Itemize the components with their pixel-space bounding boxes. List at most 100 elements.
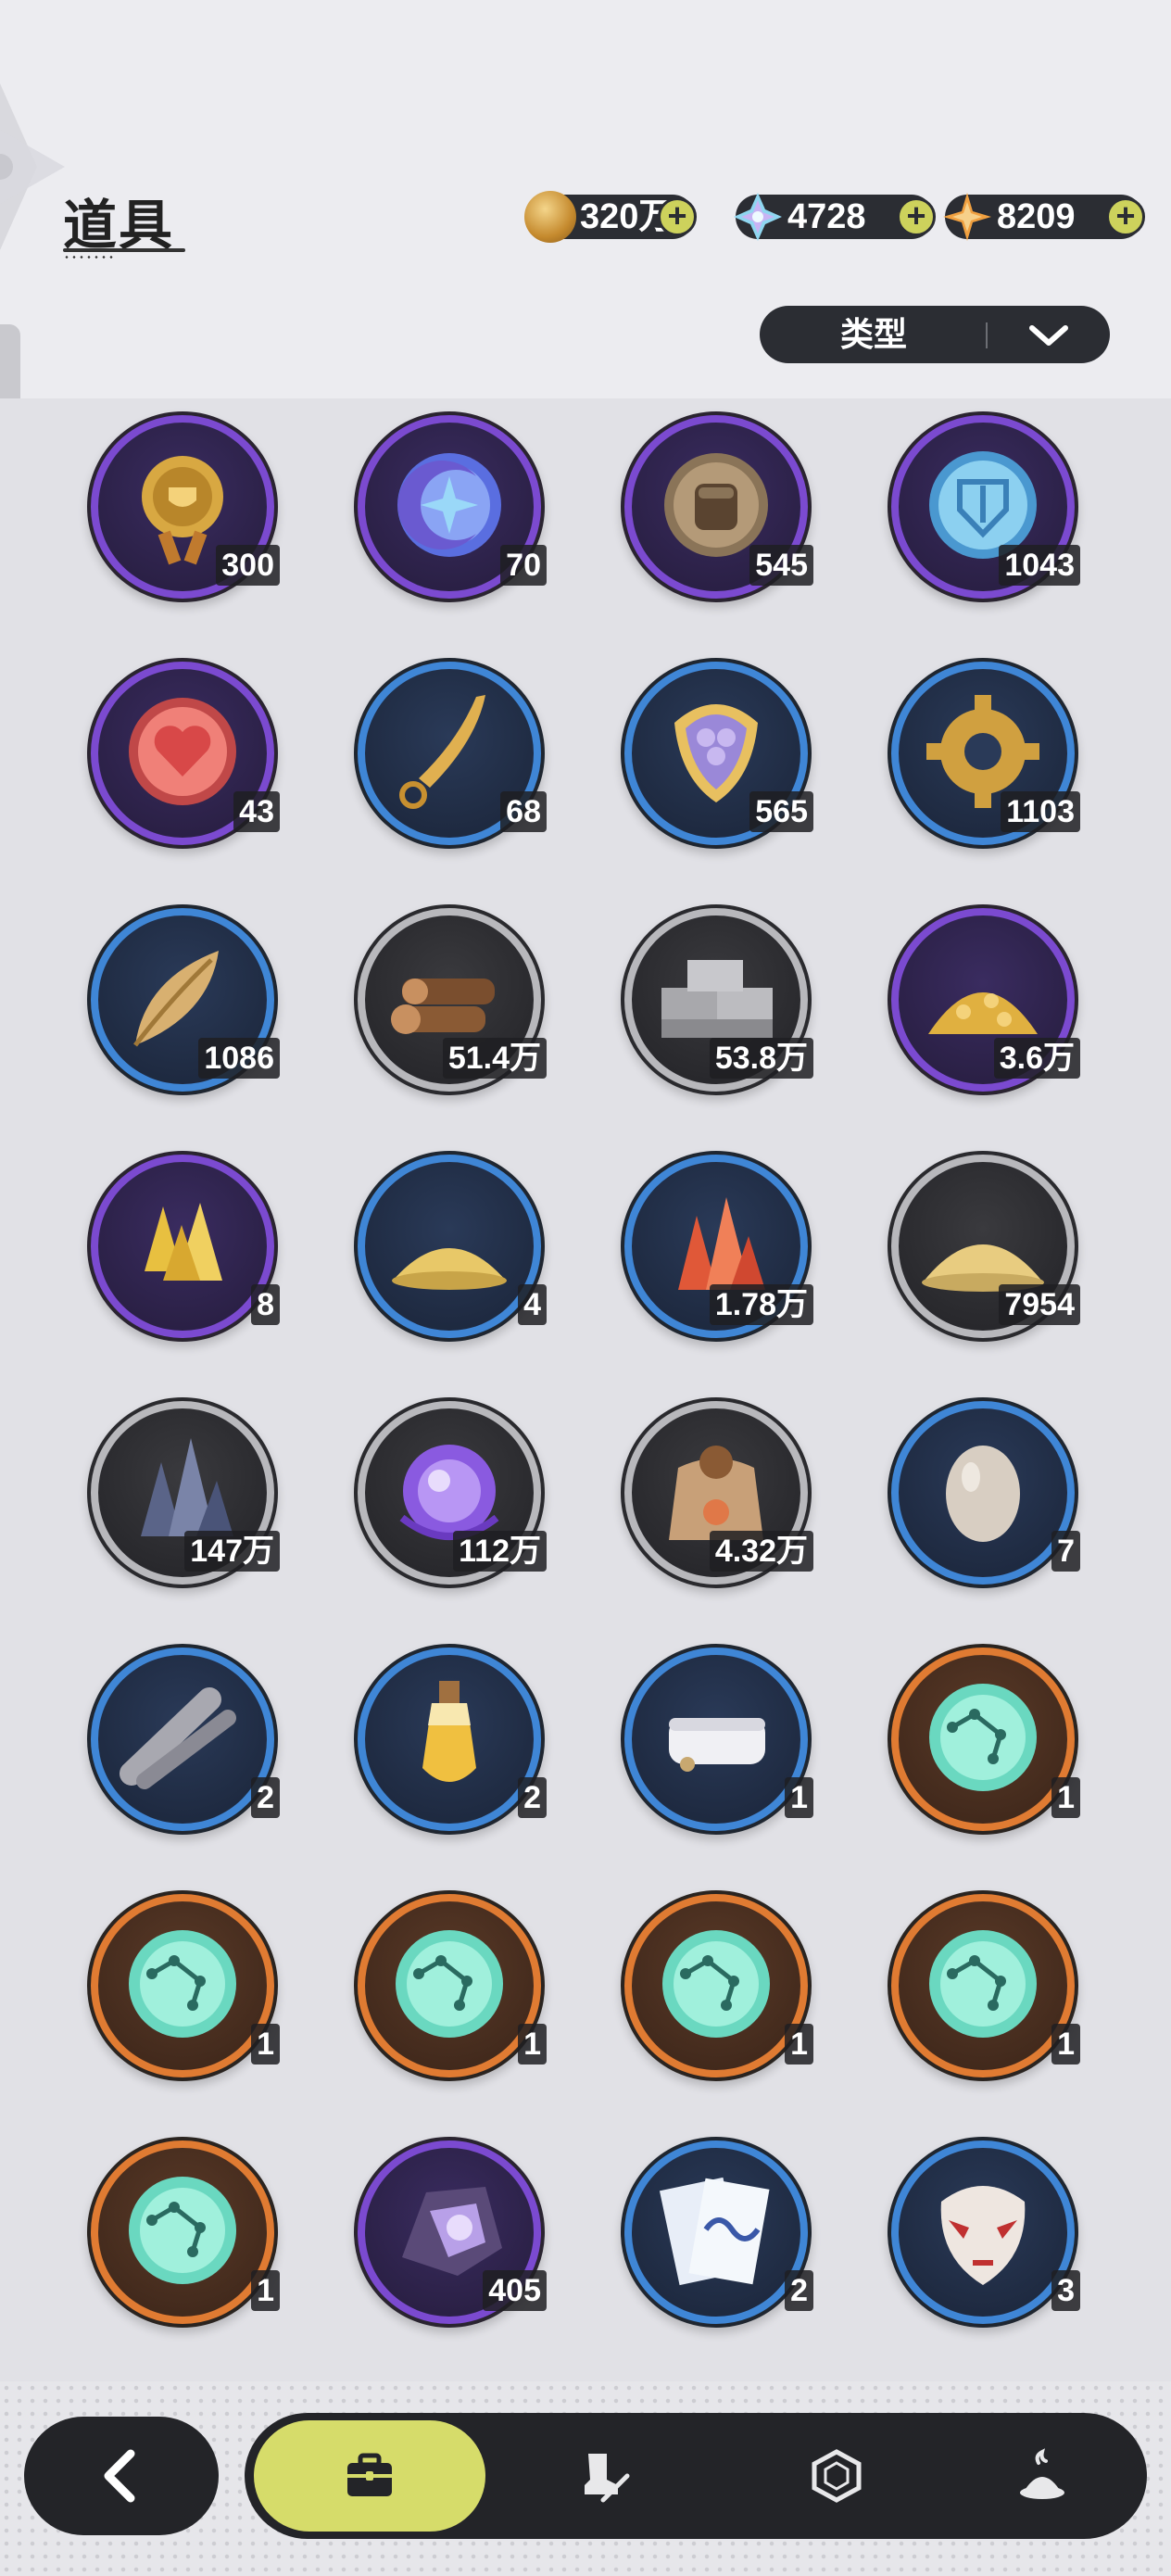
boot-tool-icon: [585, 2454, 630, 2503]
item-count: 565: [749, 791, 813, 832]
inventory-item[interactable]: 112万: [354, 1397, 547, 1588]
inventory-item[interactable]: 4.32万: [621, 1397, 813, 1588]
add-gold-button[interactable]: +: [658, 197, 697, 236]
item-count: 43: [233, 791, 280, 832]
tab-gems[interactable]: [721, 2420, 952, 2532]
item-count: 2: [785, 2270, 813, 2311]
item-count: 3.6万: [993, 1038, 1080, 1079]
filter-label: 类型: [839, 315, 907, 353]
inventory-item[interactable]: 147万: [87, 1397, 280, 1588]
item-count: 68: [500, 791, 547, 832]
inventory-item[interactable]: 3: [888, 2137, 1080, 2328]
item-count: 1.78万: [709, 1284, 813, 1325]
item-count: 2: [251, 1777, 280, 1818]
crystal-gem-icon: [734, 193, 782, 241]
item-count: 405: [483, 2270, 547, 2311]
item-count: 70: [500, 545, 547, 586]
item-count: 4: [518, 1284, 547, 1325]
item-count: 1: [785, 2024, 813, 2065]
gold-sand-pile-icon: [392, 1248, 507, 1290]
currency-star-value: 8209: [997, 197, 1076, 236]
inventory-item[interactable]: 545: [621, 411, 813, 602]
item-count: 545: [749, 545, 813, 586]
inventory-item[interactable]: 2: [87, 1644, 280, 1835]
tab-items[interactable]: [254, 2420, 485, 2532]
currency-star: 8209 +: [943, 193, 1145, 241]
briefcase-icon: [347, 2453, 392, 2496]
bottom-nav-bar: [245, 2413, 1147, 2539]
inventory-item[interactable]: 1: [888, 1890, 1080, 2081]
gold-coin-icon: [524, 191, 576, 243]
inventory-item[interactable]: 1086: [87, 904, 280, 1095]
potion-vial-icon: [422, 1681, 476, 1782]
inventory-item[interactable]: 2: [354, 1644, 547, 1835]
item-count: 1: [251, 2270, 280, 2311]
feather-bundle-icon: [120, 1687, 236, 1789]
filter-divider: [986, 322, 988, 348]
inventory-item[interactable]: 1: [87, 2137, 280, 2328]
chevron-down-icon: [1029, 325, 1068, 346]
item-count: 1103: [1001, 791, 1080, 832]
inventory-item[interactable]: 1043: [888, 411, 1080, 602]
item-count: 4.32万: [709, 1531, 813, 1572]
back-arrow-icon: [104, 2449, 135, 2503]
header-bar: 道具 320万 + 4728 + 8209 + 类型: [0, 0, 1171, 398]
item-count: 7: [1051, 1531, 1080, 1572]
title-underline: [63, 248, 185, 252]
tab-food[interactable]: [926, 2420, 1158, 2532]
inventory-item[interactable]: 7: [888, 1397, 1080, 1588]
inventory-item[interactable]: 8: [87, 1151, 280, 1342]
item-count: 300: [216, 545, 280, 586]
constellation-orb-icon: [129, 1930, 236, 2038]
item-count: 1: [251, 2024, 280, 2065]
inventory-item[interactable]: 300: [87, 411, 280, 602]
constellation-orb-icon: [129, 2177, 236, 2284]
item-count: 51.4万: [442, 1038, 547, 1079]
inventory-item[interactable]: 43: [87, 658, 280, 849]
egg-icon: [946, 1446, 1020, 1542]
constellation-orb-icon: [929, 1684, 1037, 1791]
item-count: 2: [518, 1777, 547, 1818]
item-count: 1043: [999, 545, 1080, 586]
currency-gold: 320万 +: [524, 191, 697, 243]
type-filter-dropdown[interactable]: 类型: [760, 306, 1110, 363]
inventory-item[interactable]: 1.78万: [621, 1151, 813, 1342]
constellation-orb-icon: [396, 1930, 503, 2038]
inventory-item[interactable]: 1: [621, 1890, 813, 2081]
inventory-item[interactable]: 7954: [888, 1151, 1080, 1342]
item-count: 3: [1051, 2270, 1080, 2311]
hexagon-gem-icon: [812, 2449, 862, 2503]
tab-equipment[interactable]: [487, 2420, 719, 2532]
item-count: 1086: [198, 1038, 280, 1079]
title-dots: [63, 256, 115, 259]
inventory-item[interactable]: 1: [354, 1890, 547, 2081]
inventory-item[interactable]: 68: [354, 658, 547, 849]
inventory-item[interactable]: 1103: [888, 658, 1080, 849]
inventory-item[interactable]: 405: [354, 2137, 547, 2328]
currency-crystal-value: 4728: [787, 197, 866, 236]
mask-icon: [940, 2186, 1026, 2285]
inventory-item[interactable]: 51.4万: [354, 904, 547, 1095]
inventory-item[interactable]: 53.8万: [621, 904, 813, 1095]
gold-crystal-icon: [145, 1203, 222, 1281]
item-count: 112万: [453, 1531, 547, 1572]
item-count: 8: [251, 1284, 280, 1325]
towel-icon: [669, 1718, 765, 1772]
inventory-item[interactable]: 3.6万: [888, 904, 1080, 1095]
inventory-item[interactable]: 4: [354, 1151, 547, 1342]
item-count: 1: [518, 2024, 547, 2065]
back-button[interactable]: [24, 2417, 219, 2535]
constellation-orb-icon: [662, 1930, 770, 2038]
inventory-item[interactable]: 70: [354, 411, 547, 602]
inventory-item[interactable]: 2: [621, 2137, 813, 2328]
inventory-item[interactable]: 1: [87, 1890, 280, 2081]
add-crystal-button[interactable]: +: [897, 197, 936, 236]
add-star-button[interactable]: +: [1106, 197, 1145, 236]
item-count: 1: [1051, 1777, 1080, 1818]
item-count: 7954: [999, 1284, 1080, 1325]
currency-crystal: 4728 +: [734, 193, 936, 241]
inventory-item[interactable]: 565: [621, 658, 813, 849]
inventory-item[interactable]: 1: [621, 1644, 813, 1835]
inventory-item[interactable]: 1: [888, 1644, 1080, 1835]
dessert-icon: [1020, 2448, 1064, 2499]
